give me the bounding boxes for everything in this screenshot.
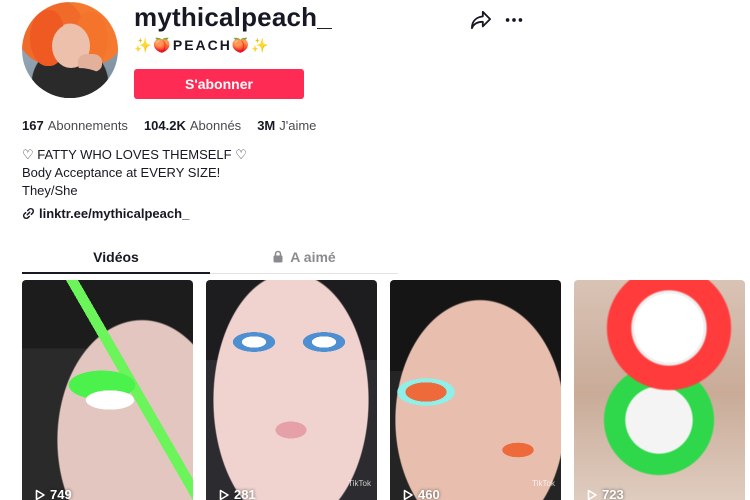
- video-views-count: 460: [418, 487, 440, 500]
- profile-avatar: [22, 2, 118, 98]
- tab-liked[interactable]: A aimé: [210, 244, 398, 273]
- video-card[interactable]: TikTok 281: [206, 280, 377, 500]
- video-thumbnail: [22, 280, 193, 500]
- tab-videos[interactable]: Vidéos: [22, 244, 210, 274]
- stat-likes-count: 3M: [257, 118, 276, 133]
- profile-nickname: ✨🍑PEACH🍑✨: [134, 37, 271, 53]
- profile-link-text: linktr.ee/mythicalpeach_: [39, 206, 190, 221]
- video-views-count: 749: [50, 487, 72, 500]
- video-views: 281: [218, 487, 256, 500]
- lock-icon: [273, 250, 283, 263]
- profile-link[interactable]: linktr.ee/mythicalpeach_: [22, 206, 189, 221]
- more-options-icon[interactable]: [503, 10, 525, 30]
- profile-stats: 167 Abonnements 104.2K Abonnés 3M J'aime: [22, 118, 316, 133]
- play-icon: [403, 489, 413, 500]
- avatar-shirt: [34, 68, 108, 98]
- stat-followers[interactable]: 104.2K Abonnés: [144, 118, 241, 133]
- profile-username: mythicalpeach_: [134, 2, 332, 32]
- play-icon: [587, 489, 597, 500]
- bio-line: ♡ FATTY WHO LOVES THEMSELF ♡: [22, 147, 247, 162]
- video-card[interactable]: 749: [22, 280, 193, 500]
- profile-tabs: Vidéos A aimé: [22, 244, 398, 274]
- video-card[interactable]: 723: [574, 280, 745, 500]
- play-icon: [35, 489, 45, 500]
- stat-likes-label: J'aime: [279, 118, 317, 133]
- stat-following[interactable]: 167 Abonnements: [22, 118, 128, 133]
- video-views: 749: [34, 487, 72, 500]
- stat-likes: 3M J'aime: [257, 118, 316, 133]
- stat-followers-label: Abonnés: [189, 118, 242, 133]
- tiktok-watermark: TikTok: [348, 479, 371, 488]
- video-views: 460: [402, 487, 440, 500]
- video-views-count: 281: [234, 487, 256, 500]
- stat-followers-count: 104.2K: [143, 118, 186, 133]
- video-card[interactable]: TikTok 460: [390, 280, 561, 500]
- video-grid: 749 TikTok 281 TikTok 460 723: [22, 280, 745, 500]
- stat-following-count: 167: [22, 118, 44, 133]
- tiktok-watermark: TikTok: [532, 479, 555, 488]
- play-icon: [219, 489, 229, 500]
- tab-liked-label: A aimé: [290, 249, 336, 265]
- video-views-count: 723: [602, 487, 624, 500]
- video-thumbnail: [390, 280, 561, 500]
- tab-videos-label: Vidéos: [93, 249, 139, 265]
- video-views: 723: [586, 487, 624, 500]
- link-icon: [22, 207, 35, 220]
- stat-following-label: Abonnements: [47, 118, 128, 133]
- video-thumbnail: [206, 280, 377, 500]
- share-icon[interactable]: [470, 10, 492, 30]
- follow-button[interactable]: S'abonner: [134, 69, 304, 99]
- video-thumbnail: [574, 280, 745, 500]
- bio-line: Body Acceptance at EVERY SIZE!: [22, 165, 221, 180]
- bio-line: They/She: [22, 183, 78, 198]
- profile-bio: ♡ FATTY WHO LOVES THEMSELF ♡ Body Accept…: [22, 146, 247, 200]
